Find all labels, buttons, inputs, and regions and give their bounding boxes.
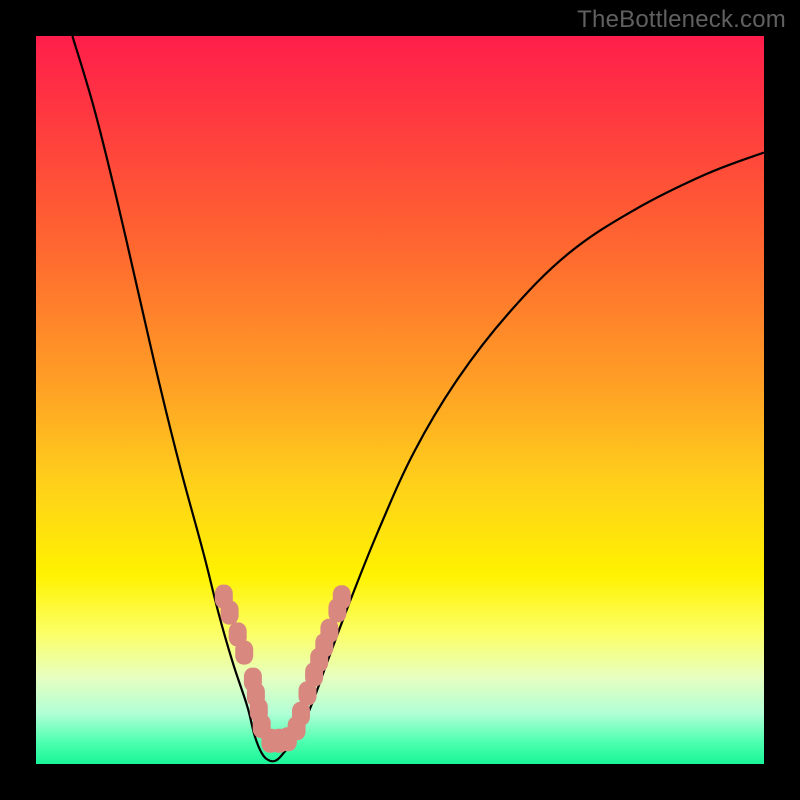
- bottleneck-curve: [72, 36, 764, 761]
- curve-marker: [333, 585, 351, 609]
- curve-layer: [36, 36, 764, 764]
- curve-marker: [320, 619, 338, 643]
- plot-area: [36, 36, 764, 764]
- curve-marker: [221, 601, 239, 625]
- chart-frame: TheBottleneck.com: [0, 0, 800, 800]
- curve-marker: [235, 641, 253, 665]
- watermark-text: TheBottleneck.com: [577, 6, 786, 34]
